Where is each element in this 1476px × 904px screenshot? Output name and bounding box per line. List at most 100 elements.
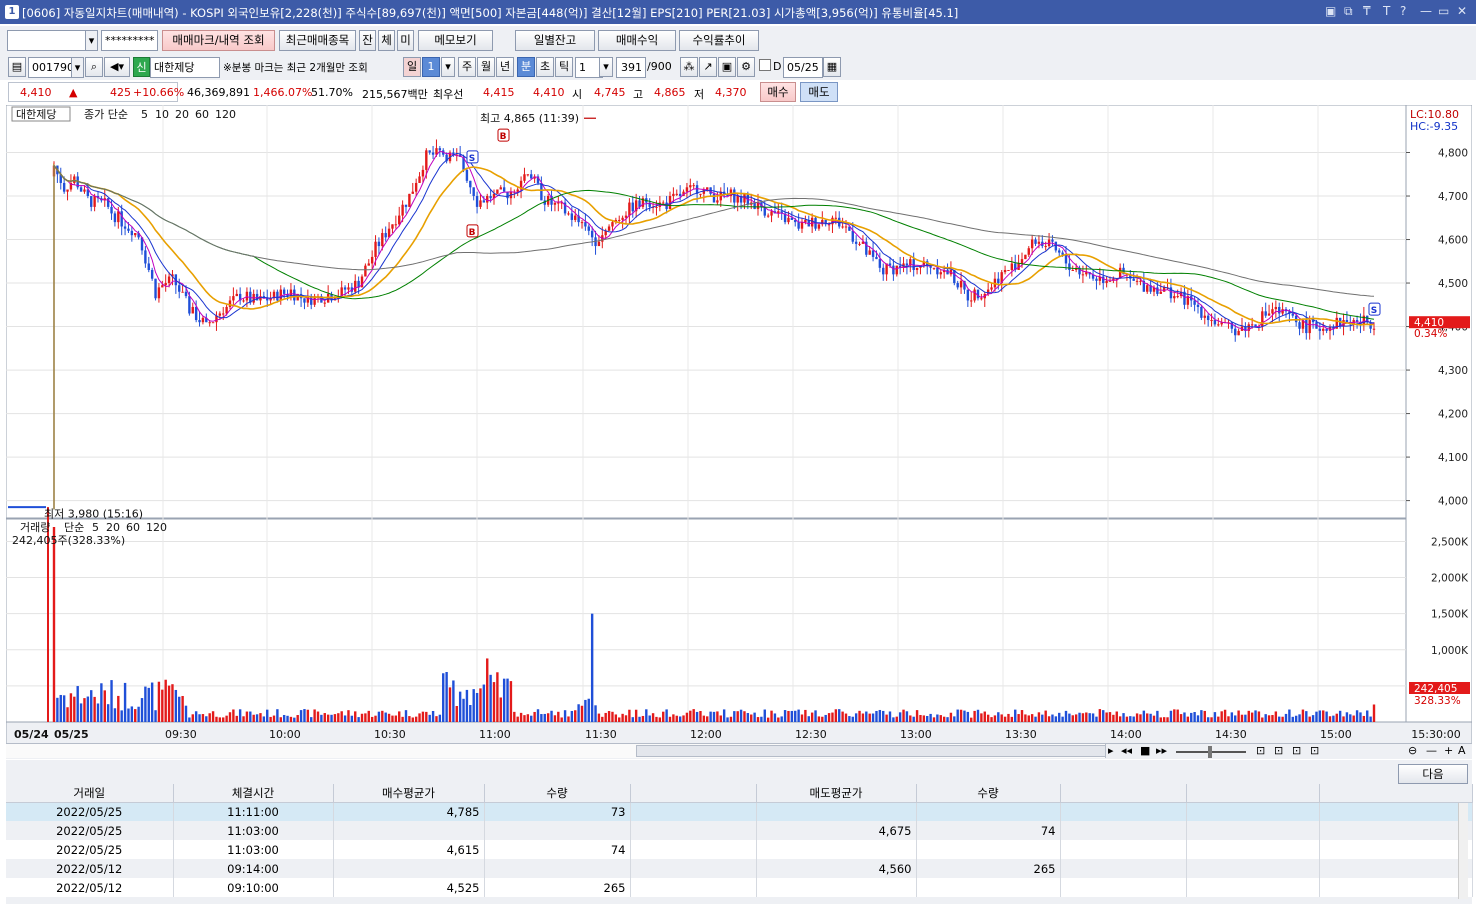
scroll-track[interactable] (6, 744, 1106, 758)
period-day-button[interactable]: 일 (403, 57, 421, 77)
chart-scrollbar[interactable]: ▸ ◂◂ ■ ▸▸ ⊡ ⊡ ⊡ ⊡ ⊖ — + A (6, 743, 1472, 759)
close-icon[interactable]: ✕ (1457, 4, 1467, 18)
zoom-slider[interactable] (1176, 746, 1246, 758)
table-row[interactable]: 2022/05/25 11:03:00 4,675 74 (6, 821, 1473, 840)
memo-view-button[interactable]: 메모보기 (418, 30, 493, 51)
candle-body (628, 202, 631, 216)
search-icon[interactable]: ⌕ (85, 57, 103, 77)
time-tick-label: 15:30:00 (1411, 728, 1460, 741)
col-trade-date[interactable]: 거래일 (6, 784, 174, 803)
view1-icon[interactable]: ⊡ (1256, 744, 1265, 757)
view2-icon[interactable]: ⊡ (1274, 744, 1283, 757)
settings-icon[interactable]: ⚙ (737, 57, 755, 77)
period-minute-button[interactable]: 분 (517, 57, 535, 77)
candle-body (882, 267, 885, 275)
play-icon[interactable]: ▸ (1108, 744, 1114, 757)
symbol-toolbar: ▤ 001790 ▾ ⌕ ◀▾ 신 대한제당 ※분봉 마크는 최근 2개월만 조… (0, 53, 1476, 80)
period-week-button[interactable]: 주 (458, 57, 476, 77)
price-volume-chart[interactable]: 4,8004,7004,6004,5004,4004,3004,2004,100… (6, 105, 1472, 745)
password-field[interactable]: ********* (101, 30, 158, 51)
table-row[interactable]: 2022/05/25 11:03:00 4,615 74 (6, 840, 1473, 859)
chart-name-label: 대한제당 (16, 108, 56, 121)
layout-icon[interactable]: ▤ (8, 57, 26, 77)
candle-body (279, 289, 282, 301)
volume-bar (949, 712, 953, 722)
tile-icon[interactable]: ⧉ (1344, 4, 1353, 19)
filled-button[interactable]: 체 (378, 30, 395, 51)
volume-bar (922, 715, 926, 722)
daily-balance-button[interactable]: 일별잔고 (515, 30, 595, 51)
volume-bar (100, 683, 103, 722)
minimize-icon[interactable]: — (1420, 4, 1432, 18)
volume-bar (282, 714, 286, 722)
candle-body (540, 182, 543, 201)
table-row[interactable]: 2022/05/25 11:11:00 4,785 73 (6, 802, 1473, 821)
table-cell: 09:14:00 (173, 859, 334, 878)
col-buy-avg[interactable]: 매수평균가 (333, 784, 485, 803)
candle-body (242, 300, 245, 302)
return-trend-button[interactable]: 수익률추이 (679, 30, 759, 51)
draw-icon[interactable]: ↗ (699, 57, 717, 77)
period-year-button[interactable]: 년 (496, 57, 514, 77)
volume-bar (861, 713, 865, 722)
balance-button[interactable]: 잔 (359, 30, 376, 51)
view3-icon[interactable]: ⊡ (1292, 744, 1301, 757)
font-size-icon[interactable]: A (1458, 744, 1466, 757)
interval-dropdown-icon[interactable]: ▾ (599, 57, 613, 77)
trade-mark-query-button[interactable]: 매매마크/내역 조회 (162, 30, 275, 51)
zoom-out-icon[interactable]: ⊖ (1408, 744, 1417, 757)
period-tick-button[interactable]: 틱 (555, 57, 573, 77)
table-scrollbar[interactable] (1458, 803, 1468, 899)
account-dropdown-icon[interactable]: ▾ (85, 30, 98, 51)
recent-trades-button[interactable]: 최근매매종목 (279, 30, 356, 51)
candle-body (228, 300, 232, 307)
count-input[interactable]: 391 (616, 57, 646, 78)
forward-icon[interactable]: ▸▸ (1156, 744, 1167, 757)
col-buy-qty[interactable]: 수량 (484, 784, 631, 803)
chart-area[interactable]: 4,8004,7004,6004,5004,4004,3004,2004,100… (6, 105, 1472, 745)
volume-bar (1071, 715, 1074, 722)
speaker-icon[interactable]: ◀▾ (104, 57, 130, 77)
minus-icon[interactable]: — (1426, 744, 1437, 757)
stop-icon[interactable]: ■ (1140, 744, 1150, 757)
sell-button[interactable]: 매도 (800, 82, 838, 102)
table-row[interactable]: 2022/05/12 09:10:00 4,525 265 (6, 878, 1473, 897)
volume-bar (607, 711, 611, 722)
volume-bar (810, 712, 814, 722)
unfilled-button[interactable]: 미 (397, 30, 414, 51)
col-spacer-4 (1319, 784, 1473, 803)
help-icon[interactable]: ? (1400, 4, 1406, 18)
rewind-icon[interactable]: ◂◂ (1121, 744, 1132, 757)
period-dropdown-icon[interactable]: ▾ (441, 57, 455, 77)
col-sell-avg[interactable]: 매도평균가 (756, 784, 917, 803)
period-month-button[interactable]: 월 (477, 57, 495, 77)
period-number[interactable]: 1 (422, 57, 440, 77)
pin-icon[interactable]: ▣ (1325, 4, 1336, 18)
plus-icon[interactable]: + (1444, 744, 1453, 757)
save-icon[interactable]: ▣ (718, 57, 736, 77)
maximize-icon[interactable]: ▭ (1438, 4, 1449, 18)
volume-bar (601, 716, 604, 722)
scroll-thumb[interactable] (636, 745, 1106, 757)
d-checkbox[interactable] (759, 59, 771, 71)
font-icon[interactable]: T (1383, 4, 1390, 18)
code-dropdown-icon[interactable]: ▾ (71, 57, 84, 78)
link-icon[interactable]: ₸ (1363, 4, 1371, 18)
account-select[interactable] (7, 30, 97, 51)
candle-body (797, 222, 800, 229)
next-button[interactable]: 다음 (1398, 764, 1468, 784)
indicator-icon[interactable]: ⁂ (680, 57, 698, 77)
col-exec-time[interactable]: 체결시간 (173, 784, 334, 803)
candle-body (347, 287, 350, 290)
buy-button[interactable]: 매수 (760, 82, 796, 102)
period-second-button[interactable]: 초 (536, 57, 554, 77)
trade-profit-button[interactable]: 매매수익 (598, 30, 676, 51)
calendar-icon[interactable]: ▦ (823, 57, 841, 77)
col-sell-qty[interactable]: 수량 (916, 784, 1061, 803)
date-input[interactable]: 05/25 (783, 57, 823, 78)
zoom-slider-knob[interactable] (1208, 746, 1212, 758)
table-row[interactable]: 2022/05/12 09:14:00 4,560 265 (6, 859, 1473, 878)
view4-icon[interactable]: ⊡ (1310, 744, 1319, 757)
volume-bar (655, 716, 658, 722)
candle-body (621, 217, 624, 220)
